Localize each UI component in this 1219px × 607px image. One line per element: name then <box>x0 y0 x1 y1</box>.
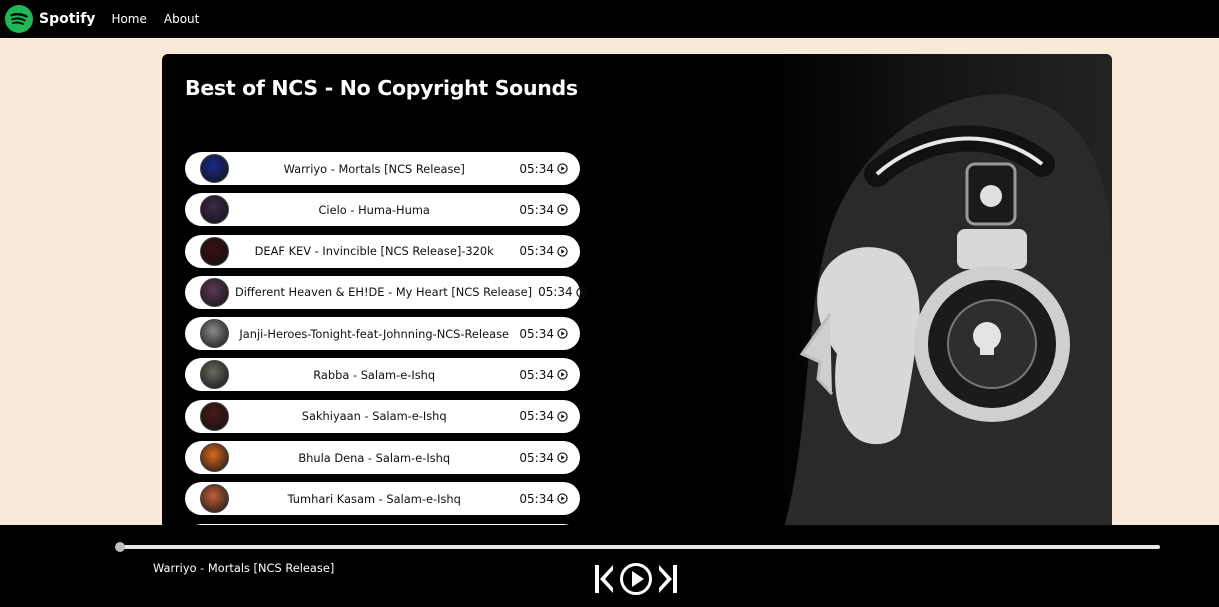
song-cover <box>200 236 229 266</box>
playback-controls <box>593 562 679 596</box>
song-item[interactable]: Different Heaven & EH!DE - My Heart [NCS… <box>185 275 587 309</box>
logo[interactable]: Spotify <box>5 5 111 33</box>
seek-bar[interactable] <box>115 542 1160 552</box>
play-circle-icon[interactable] <box>557 204 568 215</box>
song-item[interactable]: Bhula Dena - Salam-e-Ishq 05:34 <box>185 441 580 475</box>
song-item[interactable]: Warriyo - Mortals [NCS Release] 05:34 <box>185 152 580 185</box>
song-duration: 05:34 <box>519 409 568 423</box>
song-item[interactable]: Cielo - Huma-Huma 05:34 <box>185 193 580 227</box>
song-duration: 05:34 <box>538 285 587 299</box>
song-duration: 05:34 <box>519 368 568 382</box>
song-name: Warriyo - Mortals [NCS Release] <box>283 161 465 176</box>
song-cover <box>200 360 229 390</box>
seek-thumb[interactable] <box>115 542 125 552</box>
nav-link-about[interactable]: About <box>164 12 199 26</box>
navbar: Spotify Home About <box>0 0 1219 38</box>
song-cover <box>200 154 229 183</box>
song-cover <box>200 443 229 473</box>
song-cover <box>200 401 229 431</box>
play-circle-icon[interactable] <box>557 493 568 505</box>
song-cover <box>200 277 229 307</box>
song-cover <box>200 319 229 349</box>
song-item[interactable]: DEAF KEV - Invincible [NCS Release]-320k… <box>185 234 580 268</box>
duration-label: 05:34 <box>519 450 554 465</box>
play-circle-icon[interactable] <box>557 369 568 381</box>
song-cover <box>200 195 229 225</box>
play-icon[interactable] <box>619 562 653 596</box>
song-name: Janji-Heroes-Tonight-feat-Johnning-NCS-R… <box>239 326 510 341</box>
song-duration: 05:34 <box>519 203 568 217</box>
song-duration: 05:34 <box>519 451 568 465</box>
song-name: Bhula Dena - Salam-e-Ishq <box>298 450 451 465</box>
duration-label: 05:34 <box>538 285 573 300</box>
song-name: Sakhiyaan - Salam-e-Ishq <box>301 409 447 424</box>
play-circle-icon[interactable] <box>557 245 568 257</box>
nav-link-home[interactable]: Home <box>111 12 146 26</box>
song-item[interactable]: Rabba - Salam-e-Ishq 05:34 <box>185 358 580 392</box>
next-icon[interactable] <box>657 564 679 594</box>
song-duration: 05:34 <box>519 492 568 506</box>
song-duration: 05:34 <box>519 327 568 341</box>
duration-label: 05:34 <box>519 491 554 506</box>
headphones-illustration <box>782 94 1112 534</box>
song-name: DEAF KEV - Invincible [NCS Release]-320k <box>254 244 494 259</box>
play-circle-icon[interactable] <box>557 163 568 174</box>
playlist-container: Best of NCS - No Copyright Sounds Warriy… <box>162 54 1112 534</box>
song-list: Warriyo - Mortals [NCS Release] 05:34 Ci… <box>185 152 587 534</box>
song-name: Different Heaven & EH!DE - My Heart [NCS… <box>235 285 533 300</box>
duration-label: 05:34 <box>519 244 554 259</box>
duration-label: 05:34 <box>519 367 554 382</box>
spotify-logo-icon <box>5 5 33 33</box>
duration-label: 05:34 <box>519 202 554 217</box>
song-name: Cielo - Huma-Huma <box>318 202 430 217</box>
song-name: Rabba - Salam-e-Ishq <box>313 367 436 382</box>
duration-label: 05:34 <box>519 409 554 424</box>
song-item[interactable]: Janji-Heroes-Tonight-feat-Johnning-NCS-R… <box>185 317 580 351</box>
song-name: Tumhari Kasam - Salam-e-Ishq <box>287 491 461 506</box>
song-duration: 05:34 <box>519 244 568 258</box>
play-circle-icon[interactable] <box>557 452 568 463</box>
playlist-title: Best of NCS - No Copyright Sounds <box>185 76 578 100</box>
play-circle-icon[interactable] <box>575 287 587 298</box>
song-duration: 05:34 <box>519 162 568 176</box>
brand-name: Spotify <box>39 11 96 27</box>
player-bar: Warriyo - Mortals [NCS Release] <box>0 525 1219 607</box>
play-circle-icon[interactable] <box>557 411 568 422</box>
song-cover <box>200 484 229 514</box>
now-playing-title: Warriyo - Mortals [NCS Release] <box>153 561 335 575</box>
duration-label: 05:34 <box>519 161 554 176</box>
play-circle-icon[interactable] <box>557 328 568 339</box>
hero-image <box>662 54 1112 534</box>
duration-label: 05:34 <box>519 326 554 341</box>
previous-icon[interactable] <box>593 564 615 594</box>
song-item[interactable]: Tumhari Kasam - Salam-e-Ishq 05:34 <box>185 482 580 516</box>
song-item[interactable]: Sakhiyaan - Salam-e-Ishq 05:34 <box>185 399 580 433</box>
